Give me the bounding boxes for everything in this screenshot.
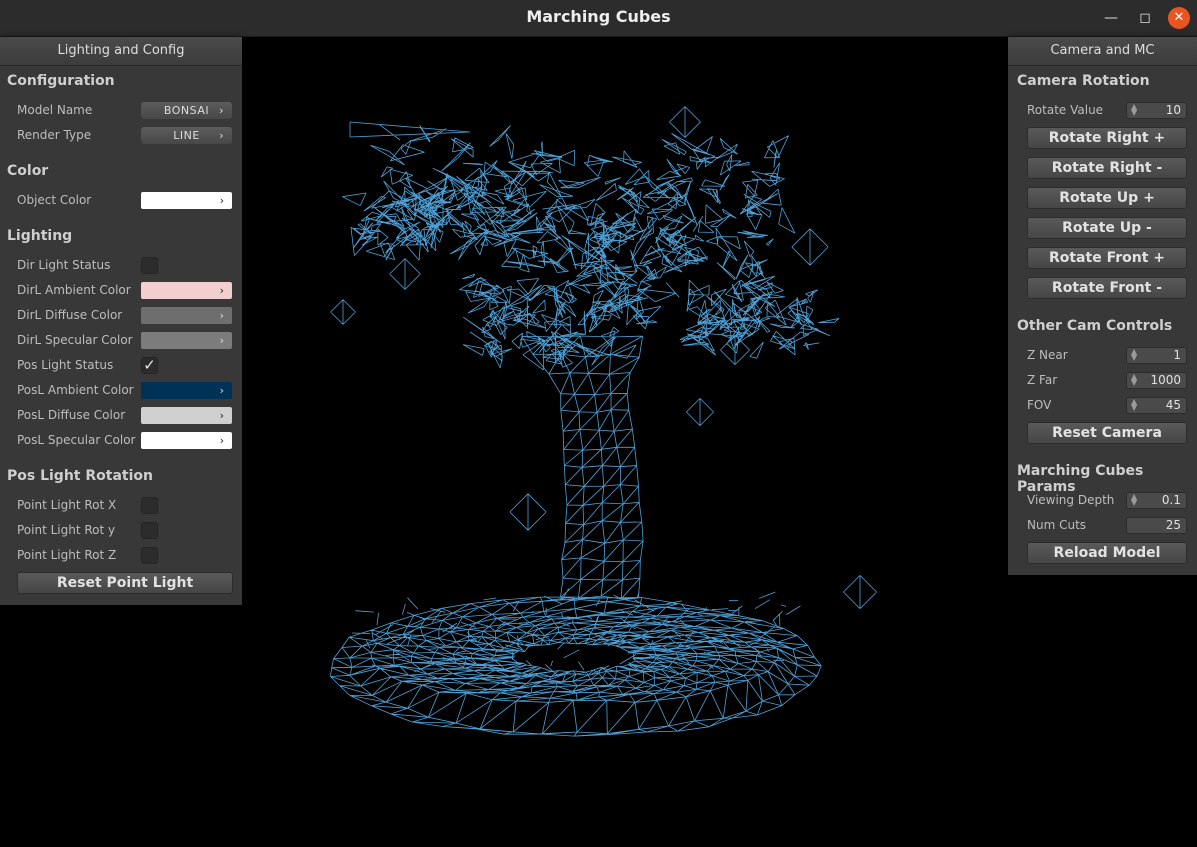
posl-specular-swatch[interactable]: › <box>141 432 232 449</box>
maximize-icon[interactable]: ◻ <box>1134 7 1156 29</box>
pos-light-status-label: Pos Light Status <box>17 358 114 372</box>
model-name-combo[interactable]: BONSAI › <box>141 102 232 119</box>
dirl-specular-swatch[interactable]: › <box>141 332 232 349</box>
posl-specular-label: PosL Specular Color <box>17 433 136 447</box>
window-titlebar: Marching Cubes — ◻ ✕ <box>0 0 1197 37</box>
chevron-right-icon: › <box>219 309 224 322</box>
panel-title[interactable]: Camera and MC <box>1008 37 1197 66</box>
spinner-icon[interactable]: ▲ ▼ <box>1131 103 1137 117</box>
camera-mc-panel: Camera and MC Camera Rotation Rotate Val… <box>1008 37 1197 575</box>
z-far-label: Z Far <box>1027 373 1058 387</box>
point-light-rot-y-label: Point Light Rot y <box>17 523 116 537</box>
rotate-value-input[interactable]: ▲ ▼ 10 <box>1126 102 1187 119</box>
chevron-right-icon: › <box>219 104 224 117</box>
rotate-front-minus-button[interactable]: Rotate Front - <box>1027 277 1187 299</box>
lighting-heading: Lighting <box>7 228 73 244</box>
posl-diffuse-swatch[interactable]: › <box>141 407 232 424</box>
chevron-right-icon: › <box>219 194 224 207</box>
model-name-label: Model Name <box>17 103 93 117</box>
num-cuts-value: 25 <box>1165 518 1181 532</box>
pos-light-rotation-heading: Pos Light Rotation <box>7 468 153 484</box>
rotate-right-minus-button[interactable]: Rotate Right - <box>1027 157 1187 179</box>
chevron-right-icon: › <box>219 129 224 142</box>
num-cuts-label: Num Cuts <box>1027 518 1087 532</box>
dir-light-status-checkbox[interactable] <box>141 257 158 274</box>
minimize-icon[interactable]: — <box>1100 7 1122 29</box>
pos-light-status-checkbox[interactable]: ✓ <box>141 357 158 374</box>
rotate-up-minus-button[interactable]: Rotate Up - <box>1027 217 1187 239</box>
spinner-icon[interactable]: ▲ ▼ <box>1131 398 1137 412</box>
lighting-config-panel: Lighting and Config Configuration Model … <box>0 37 242 605</box>
camera-rotation-heading: Camera Rotation <box>1017 73 1150 89</box>
rotate-front-plus-button[interactable]: Rotate Front + <box>1027 247 1187 269</box>
spinner-icon[interactable]: ▲ ▼ <box>1131 373 1137 387</box>
chevron-right-icon: › <box>219 284 224 297</box>
fov-label: FOV <box>1027 398 1052 412</box>
posl-ambient-swatch[interactable]: › <box>141 382 232 399</box>
z-near-label: Z Near <box>1027 348 1068 362</box>
viewing-depth-input[interactable]: ▲ ▼ 0.1 <box>1126 492 1187 509</box>
z-far-value: 1000 <box>1150 373 1181 387</box>
dirl-diffuse-swatch[interactable]: › <box>141 307 232 324</box>
dirl-ambient-swatch[interactable]: › <box>141 282 232 299</box>
rotate-up-plus-button[interactable]: Rotate Up + <box>1027 187 1187 209</box>
marching-cubes-params-heading: Marching Cubes Params <box>1017 463 1144 495</box>
dir-light-status-label: Dir Light Status <box>17 258 111 272</box>
spinner-icon[interactable]: ▲ ▼ <box>1131 348 1137 362</box>
chevron-right-icon: › <box>219 384 224 397</box>
rotate-right-plus-button[interactable]: Rotate Right + <box>1027 127 1187 149</box>
rotate-value-label: Rotate Value <box>1027 103 1104 117</box>
wireframe-mesh <box>330 106 877 737</box>
chevron-right-icon: › <box>219 334 224 347</box>
object-color-label: Object Color <box>17 193 92 207</box>
fov-input[interactable]: ▲ ▼ 45 <box>1126 397 1187 414</box>
configuration-heading: Configuration <box>7 73 115 89</box>
color-heading: Color <box>7 163 49 179</box>
dirl-ambient-label: DirL Ambient Color <box>17 283 131 297</box>
reset-camera-button[interactable]: Reset Camera <box>1027 422 1187 444</box>
reload-model-button[interactable]: Reload Model <box>1027 542 1187 564</box>
posl-diffuse-label: PosL Diffuse Color <box>17 408 126 422</box>
panel-title[interactable]: Lighting and Config <box>0 37 242 66</box>
z-near-input[interactable]: ▲ ▼ 1 <box>1126 347 1187 364</box>
point-light-rot-x-checkbox[interactable] <box>141 497 158 514</box>
point-light-rot-x-label: Point Light Rot X <box>17 498 117 512</box>
viewing-depth-label: Viewing Depth <box>1027 493 1115 507</box>
chevron-right-icon: › <box>219 434 224 447</box>
z-near-value: 1 <box>1173 348 1181 362</box>
posl-ambient-label: PosL Ambient Color <box>17 383 134 397</box>
reset-point-light-button[interactable]: Reset Point Light <box>17 572 233 594</box>
point-light-rot-z-label: Point Light Rot Z <box>17 548 117 562</box>
point-light-rot-y-checkbox[interactable] <box>141 522 158 539</box>
close-icon[interactable]: ✕ <box>1168 7 1190 29</box>
num-cuts-input[interactable]: 25 <box>1126 517 1187 534</box>
dirl-specular-label: DirL Specular Color <box>17 333 133 347</box>
object-color-swatch[interactable]: › <box>141 192 232 209</box>
point-light-rot-z-checkbox[interactable] <box>141 547 158 564</box>
chevron-right-icon: › <box>219 409 224 422</box>
render-type-label: Render Type <box>17 128 92 142</box>
fov-value: 45 <box>1165 398 1181 412</box>
dirl-diffuse-label: DirL Diffuse Color <box>17 308 123 322</box>
viewing-depth-value: 0.1 <box>1161 493 1181 507</box>
render-type-value: LINE <box>173 129 200 142</box>
model-name-value: BONSAI <box>163 104 210 117</box>
render-type-combo[interactable]: LINE › <box>141 127 232 144</box>
other-cam-controls-heading: Other Cam Controls <box>1017 318 1173 334</box>
z-far-input[interactable]: ▲ ▼ 1000 <box>1126 372 1187 389</box>
rotate-value: 10 <box>1165 103 1181 117</box>
window-title: Marching Cubes <box>526 7 671 26</box>
spinner-icon[interactable]: ▲ ▼ <box>1131 493 1137 507</box>
